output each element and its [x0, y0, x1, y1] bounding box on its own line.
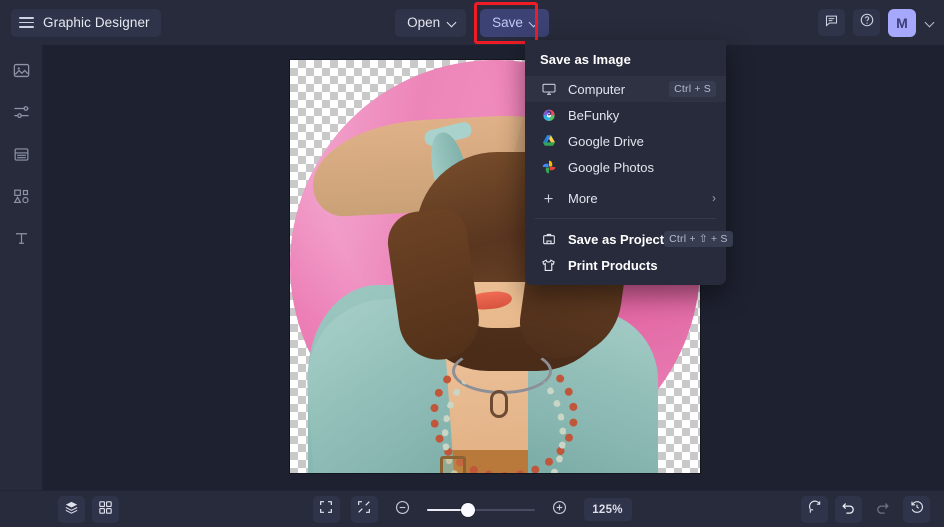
- chevron-right-icon: ›: [712, 191, 716, 205]
- save-dropdown-menu: Save as Image Computer Ctrl + S BeFunky …: [525, 40, 733, 285]
- menu-divider: [535, 218, 716, 219]
- monitor-icon: [540, 81, 557, 98]
- refresh-icon: [807, 499, 823, 520]
- clock-history-icon: [909, 499, 925, 520]
- save-button-label: Save: [492, 15, 523, 30]
- plus-circle-icon: [551, 499, 568, 521]
- google-photos-icon: [540, 159, 557, 176]
- history-button[interactable]: [903, 496, 930, 523]
- thumbnails-button[interactable]: [92, 496, 119, 523]
- redo-button[interactable]: [869, 496, 896, 523]
- figure-pendant: [490, 390, 508, 418]
- menu-item-google-photos[interactable]: Google Photos: [525, 154, 726, 180]
- app-menu-button[interactable]: Graphic Designer: [11, 8, 161, 37]
- tshirt-icon: [540, 257, 557, 274]
- hamburger-icon: [19, 17, 34, 28]
- shapes-icon: [12, 187, 31, 211]
- help-button[interactable]: [853, 9, 880, 36]
- app-title: Graphic Designer: [43, 15, 150, 30]
- menu-item-label: Computer: [568, 81, 626, 97]
- menu-item-label: More: [568, 190, 598, 206]
- layers-stack-icon: [63, 499, 80, 521]
- feedback-button[interactable]: [818, 9, 845, 36]
- menu-item-label: Google Photos: [568, 159, 655, 175]
- menu-item-shortcut: Ctrl + ⇧ + S: [664, 231, 733, 247]
- save-menu-title: Save as Image: [540, 52, 631, 67]
- sidebar-item-image[interactable]: [6, 58, 36, 88]
- menu-item-label: Google Drive: [568, 133, 644, 149]
- menu-item-label: Save as Project: [568, 231, 665, 247]
- menu-item-save-as-project[interactable]: Save as Project Ctrl + ⇧ + S: [525, 226, 733, 252]
- zoom-out-button[interactable]: [389, 496, 416, 523]
- avatar-initial: M: [896, 14, 908, 31]
- bottom-toolbar-left: [58, 496, 119, 523]
- expand-corners-icon: [318, 499, 334, 520]
- comment-icon: [824, 13, 839, 33]
- zoom-slider[interactable]: [426, 496, 535, 523]
- sidebar-item-edit[interactable]: [6, 100, 36, 130]
- save-button[interactable]: Save: [480, 8, 549, 37]
- fit-screen-button[interactable]: [312, 496, 340, 523]
- zoom-in-button[interactable]: [546, 496, 573, 523]
- reset-button[interactable]: [801, 496, 828, 523]
- open-button[interactable]: Open: [395, 8, 467, 37]
- layers-button[interactable]: [58, 496, 85, 523]
- bottom-toolbar-right: [801, 496, 930, 523]
- menu-item-label: Print Products: [568, 257, 658, 273]
- menu-item-label: BeFunky: [568, 107, 620, 123]
- collapse-arrows-icon: [356, 499, 372, 520]
- sidebar-item-graphic[interactable]: [6, 184, 36, 214]
- account-chevron-down-icon[interactable]: [925, 18, 934, 27]
- minus-circle-icon: [394, 499, 411, 521]
- top-toolbar: Graphic Designer Open Save M: [0, 0, 944, 45]
- undo-button[interactable]: [835, 496, 862, 523]
- menu-item-google-drive[interactable]: Google Drive: [525, 128, 726, 154]
- zoom-slider-thumb[interactable]: [460, 503, 475, 517]
- figure-buckle: [440, 456, 466, 473]
- menu-item-print-products[interactable]: Print Products: [525, 252, 726, 278]
- chevron-down-icon: [447, 18, 456, 27]
- sidebar-item-text[interactable]: [6, 226, 36, 256]
- open-button-label: Open: [407, 15, 441, 30]
- bottom-toolbar: 125%: [0, 490, 944, 527]
- redo-arrow-icon: [874, 499, 891, 521]
- briefcase-save-icon: [540, 231, 557, 248]
- save-button-wrapper: Save: [474, 1, 549, 44]
- menu-item-shortcut: Ctrl + S: [669, 81, 716, 97]
- layers-lines-icon: [12, 145, 31, 169]
- zoom-level-display[interactable]: 125%: [583, 498, 632, 521]
- menu-item-computer[interactable]: Computer Ctrl + S: [525, 76, 726, 102]
- tool-rail: [0, 45, 43, 490]
- grid-four-squares-icon: [97, 499, 114, 521]
- undo-arrow-icon: [840, 499, 857, 521]
- chevron-down-icon: [530, 18, 539, 27]
- befunky-graphic-designer-app: Graphic Designer Open Save M Save as Ima…: [0, 0, 944, 527]
- plus-icon: [540, 190, 557, 207]
- question-circle-icon: [859, 12, 875, 33]
- text-t-icon: [12, 229, 31, 253]
- menu-item-more[interactable]: More ›: [525, 185, 726, 211]
- image-icon: [12, 61, 31, 85]
- canvas-workspace[interactable]: [43, 45, 944, 490]
- top-toolbar-right: M: [818, 0, 934, 45]
- avatar[interactable]: M: [888, 8, 916, 37]
- befunky-logo-icon: [540, 107, 557, 124]
- menu-item-befunky[interactable]: BeFunky: [525, 102, 726, 128]
- sidebar-item-texture[interactable]: [6, 142, 36, 172]
- google-drive-icon: [540, 133, 557, 150]
- sliders-icon: [12, 103, 31, 127]
- actual-size-button[interactable]: [350, 496, 378, 523]
